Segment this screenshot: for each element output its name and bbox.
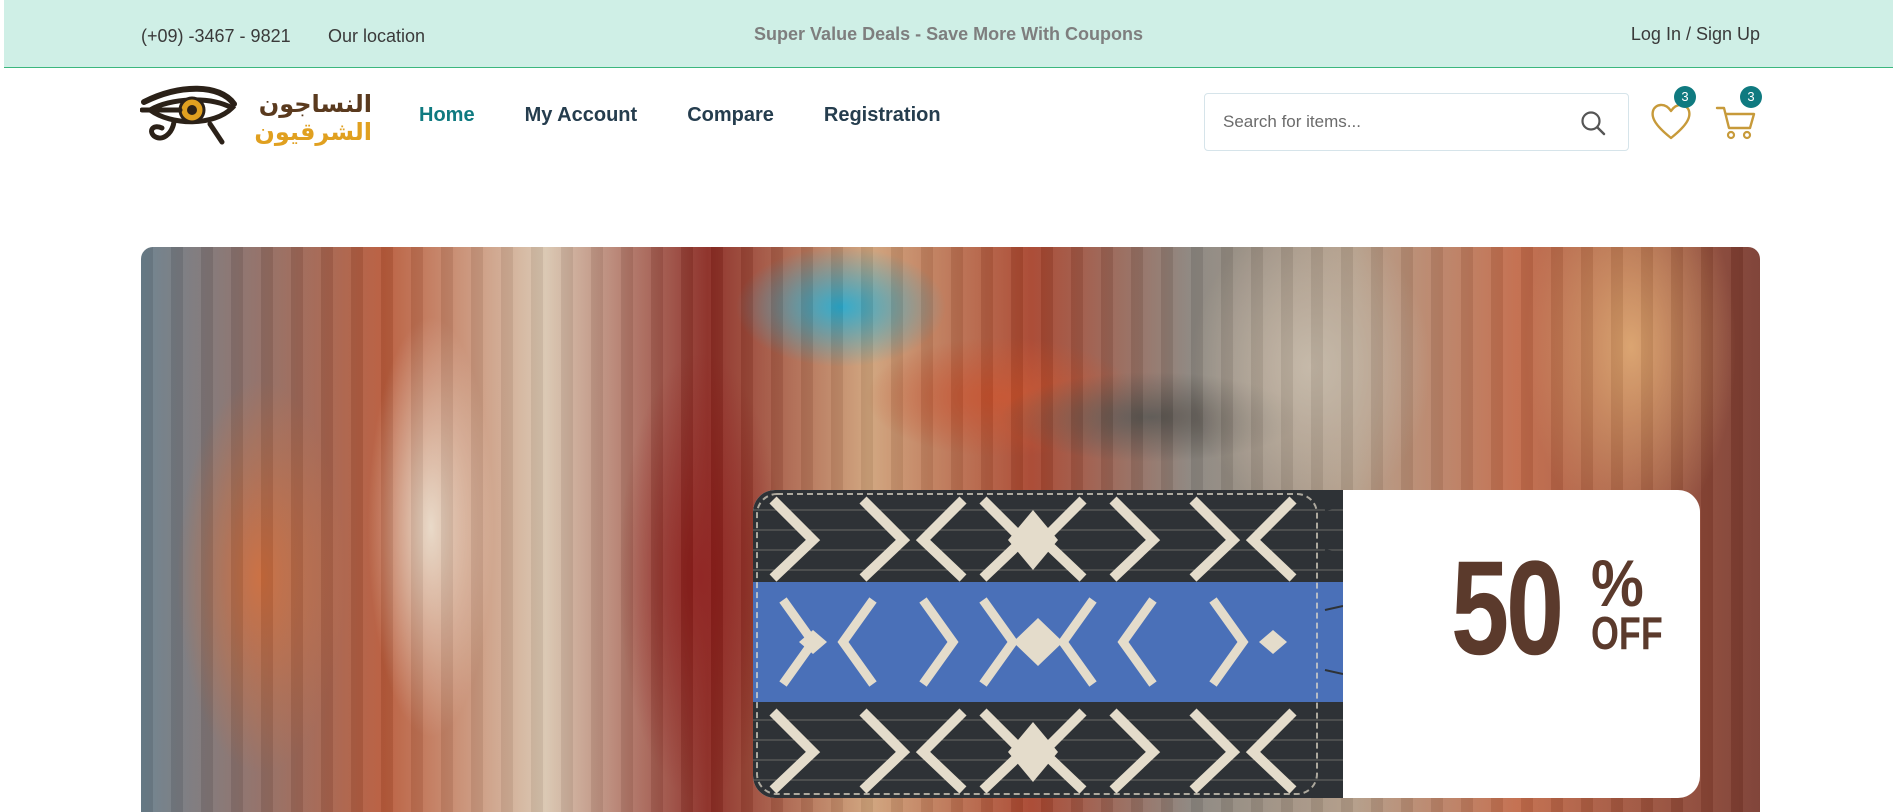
login-signup-link[interactable]: Log In / Sign Up <box>1631 24 1760 45</box>
wishlist-count-badge: 3 <box>1674 86 1696 108</box>
promo-discount: 50 % OFF <box>1451 534 1663 683</box>
deals-banner-text: Super Value Deals - Save More With Coupo… <box>754 24 1143 44</box>
nav-registration[interactable]: Registration <box>824 104 941 127</box>
top-bar: (+09) -3467 - 9821 Our location Super Va… <box>4 0 1893 68</box>
hero-banner[interactable]: 50 % OFF <box>141 247 1760 812</box>
logo-text-line1: النساجون <box>259 90 372 118</box>
wishlist-button[interactable]: 3 <box>1648 86 1696 144</box>
cart-count-badge: 3 <box>1740 86 1762 108</box>
promo-value: 50 <box>1451 534 1564 683</box>
search-icon[interactable] <box>1580 110 1606 136</box>
promo-off: OFF <box>1591 607 1663 659</box>
rug-pattern-image <box>753 490 1343 798</box>
search-box <box>1204 93 1629 151</box>
main-nav: Home My Account Compare Registration <box>419 104 941 127</box>
nav-my-account[interactable]: My Account <box>525 104 638 127</box>
cart-button[interactable]: 3 <box>1714 86 1762 144</box>
site-logo[interactable]: النساجون الشرقيون <box>139 80 376 148</box>
logo-text-line2: الشرقيون <box>254 118 372 146</box>
promo-card[interactable]: 50 % OFF <box>753 490 1700 798</box>
search-input[interactable] <box>1223 94 1563 150</box>
nav-compare[interactable]: Compare <box>687 104 774 127</box>
eye-of-horus-logo-icon: النساجون الشرقيون <box>139 85 372 146</box>
nav-home[interactable]: Home <box>419 104 475 127</box>
